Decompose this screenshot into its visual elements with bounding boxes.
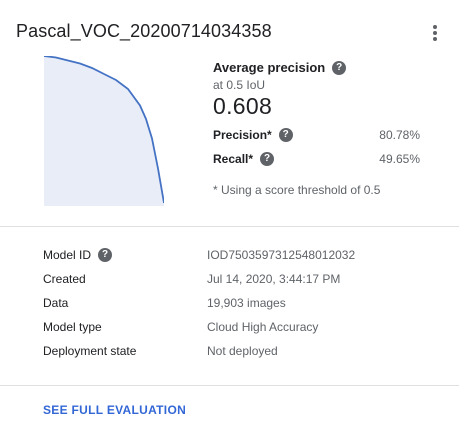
iou-subtitle: at 0.5 IoU [213, 78, 266, 92]
recall-label-wrap: Recall* ? [213, 152, 275, 166]
detail-row-deployment-state: Deployment state Not deployed [43, 341, 443, 361]
created-value: Jul 14, 2020, 3:44:17 PM [207, 272, 341, 286]
help-icon[interactable]: ? [98, 248, 113, 262]
model-type-value: Cloud High Accuracy [207, 320, 319, 334]
help-icon[interactable]: ? [332, 60, 347, 75]
model-title: Pascal_VOC_20200714034358 [16, 21, 272, 41]
divider [0, 385, 459, 386]
threshold-note: * Using a score threshold of 0.5 [213, 183, 381, 197]
model-id-label: Model ID [43, 248, 92, 262]
see-full-evaluation-link[interactable]: SEE FULL EVALUATION [43, 403, 186, 417]
average-precision-value: 0.608 [213, 93, 273, 119]
precision-label: Precision* [213, 128, 272, 142]
model-type-label: Model type [43, 320, 102, 334]
deployment-state-label: Deployment state [43, 344, 137, 358]
precision-value: 80.78% [379, 128, 420, 142]
pr-curve-area [44, 56, 164, 206]
data-value: 19,903 images [207, 296, 286, 310]
precision-label-wrap: Precision* ? [213, 128, 293, 142]
metrics-panel: Average precision ? at 0.5 IoU 0.608 Pre… [213, 60, 423, 197]
recall-value: 49.65% [379, 152, 420, 166]
recall-row: Recall* ? 49.65% [213, 152, 420, 166]
created-label: Created [43, 272, 86, 286]
model-id-value: IOD7503597312548012032 [207, 248, 356, 262]
average-precision-heading: Average precision ? [213, 60, 423, 75]
detail-row-model-type: Model type Cloud High Accuracy [43, 317, 443, 337]
divider [0, 226, 459, 227]
more-vert-icon[interactable] [422, 20, 448, 46]
deployment-state-value: Not deployed [207, 344, 278, 358]
recall-label: Recall* [213, 152, 254, 166]
data-label: Data [43, 296, 69, 310]
help-icon[interactable]: ? [278, 128, 293, 142]
help-icon[interactable]: ? [260, 152, 275, 166]
detail-row-created: Created Jul 14, 2020, 3:44:17 PM [43, 269, 443, 289]
precision-recall-chart [44, 56, 164, 206]
detail-row-model-id: Model ID ? IOD7503597312548012032 [43, 245, 443, 265]
average-precision-label: Average precision [213, 60, 326, 75]
precision-row: Precision* ? 80.78% [213, 128, 420, 142]
detail-row-data: Data 19,903 images [43, 293, 443, 313]
